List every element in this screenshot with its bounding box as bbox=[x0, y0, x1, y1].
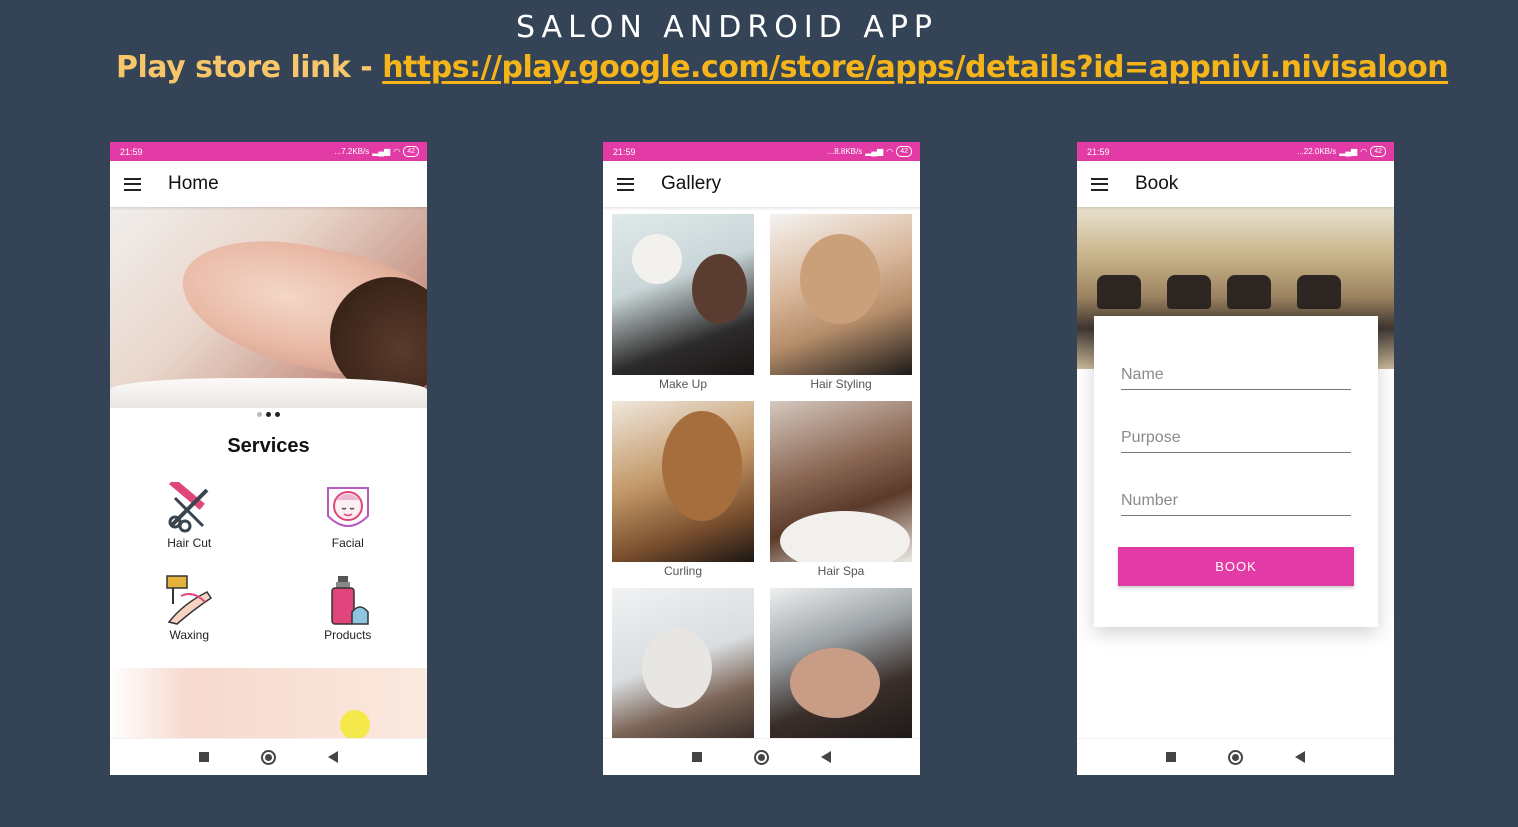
promo-banner-image[interactable] bbox=[110, 668, 427, 740]
recents-icon[interactable] bbox=[199, 752, 209, 762]
signal-icon: ▂▄▆ bbox=[1339, 147, 1358, 156]
gallery-image[interactable] bbox=[612, 401, 754, 562]
hero-carousel-image[interactable] bbox=[110, 207, 427, 408]
gallery-image[interactable] bbox=[770, 588, 912, 749]
carousel-dot[interactable] bbox=[275, 412, 280, 417]
purpose-input[interactable] bbox=[1121, 429, 1351, 447]
scissors-comb-icon bbox=[168, 482, 209, 533]
home-icon[interactable] bbox=[754, 749, 769, 765]
name-field bbox=[1121, 366, 1351, 390]
facial-mask-icon bbox=[326, 487, 369, 527]
status-bar: 21:59 ...8.8KB/s ▂▄▆ ◠ 42 bbox=[603, 142, 920, 161]
home-icon[interactable] bbox=[261, 749, 276, 765]
back-icon[interactable] bbox=[328, 751, 338, 763]
recents-icon[interactable] bbox=[1166, 752, 1176, 762]
home-screen: 21:59 ...7.2KB/s ▂▄▆ ◠ 42 Home Services … bbox=[110, 142, 427, 775]
wifi-icon: ◠ bbox=[393, 147, 401, 156]
recents-icon[interactable] bbox=[692, 752, 702, 762]
gallery-item-hair-styling[interactable]: Hair Styling bbox=[770, 214, 912, 401]
network-speed: ...7.2KB/s bbox=[334, 147, 370, 156]
back-icon[interactable] bbox=[1295, 751, 1305, 763]
home-icon[interactable] bbox=[1228, 749, 1243, 765]
play-store-label: Play store link - bbox=[116, 50, 383, 85]
network-speed: ...8.8KB/s bbox=[827, 147, 863, 156]
gallery-image[interactable] bbox=[770, 214, 912, 375]
gallery-grid: Make Up Hair Styling Curling Hair Spa bbox=[603, 207, 920, 749]
page-title: Gallery bbox=[661, 173, 722, 194]
waxing-icon bbox=[166, 575, 213, 625]
signal-icon: ▂▄▆ bbox=[865, 147, 884, 156]
battery-icon: 42 bbox=[1370, 146, 1386, 157]
app-bar: Gallery bbox=[603, 161, 920, 207]
gallery-image[interactable] bbox=[770, 401, 912, 562]
app-bar: Home bbox=[110, 161, 427, 207]
battery-icon: 42 bbox=[896, 146, 912, 157]
menu-icon[interactable] bbox=[1091, 177, 1108, 191]
network-speed: ...22.0KB/s bbox=[1297, 147, 1337, 156]
gallery-image[interactable] bbox=[612, 588, 754, 749]
wifi-icon: ◠ bbox=[886, 147, 894, 156]
wifi-icon: ◠ bbox=[1360, 147, 1368, 156]
service-facial[interactable]: Facial bbox=[269, 482, 428, 550]
gallery-image[interactable] bbox=[612, 214, 754, 375]
gallery-label: Curling bbox=[663, 564, 702, 578]
page-title: Book bbox=[1135, 173, 1179, 194]
system-nav-bar bbox=[603, 738, 920, 775]
carousel-indicator bbox=[110, 412, 427, 420]
play-store-link[interactable]: https://play.google.com/store/apps/detai… bbox=[382, 50, 1448, 85]
carousel-dot[interactable] bbox=[266, 412, 271, 417]
play-store-line: Play store link - https://play.google.co… bbox=[116, 50, 1449, 85]
purpose-field bbox=[1121, 429, 1351, 453]
gallery-label: Make Up bbox=[658, 377, 708, 391]
app-bar: Book bbox=[1077, 161, 1394, 207]
status-bar: 21:59 ...22.0KB/s ▂▄▆ ◠ 42 bbox=[1077, 142, 1394, 161]
number-field bbox=[1121, 492, 1351, 516]
name-input[interactable] bbox=[1121, 366, 1351, 384]
system-nav-bar bbox=[110, 738, 427, 775]
slide-title: SALON ANDROID APP bbox=[515, 10, 939, 45]
back-icon[interactable] bbox=[821, 751, 831, 763]
status-time: 21:59 bbox=[1087, 146, 1110, 157]
service-label: Waxing bbox=[169, 628, 210, 642]
booking-form-card: BOOK bbox=[1094, 316, 1378, 627]
service-label: Facial bbox=[331, 536, 364, 550]
gallery-item-make-up[interactable]: Make Up bbox=[612, 214, 754, 401]
gallery-item-curling[interactable]: Curling bbox=[612, 401, 754, 588]
gallery-label: Hair Styling bbox=[810, 377, 872, 391]
status-time: 21:59 bbox=[120, 146, 143, 157]
services-heading: Services bbox=[227, 435, 310, 457]
status-bar: 21:59 ...7.2KB/s ▂▄▆ ◠ 42 bbox=[110, 142, 427, 161]
service-waxing[interactable]: Waxing bbox=[110, 574, 269, 642]
service-label: Products bbox=[324, 628, 372, 642]
service-hair-cut[interactable]: Hair Cut bbox=[110, 482, 269, 550]
book-button[interactable]: BOOK bbox=[1118, 547, 1354, 586]
spray-bottle-icon bbox=[331, 576, 369, 625]
status-time: 21:59 bbox=[613, 146, 636, 157]
gallery-item-beard-trim[interactable] bbox=[770, 588, 912, 749]
carousel-dot[interactable] bbox=[257, 412, 262, 417]
signal-icon: ▂▄▆ bbox=[372, 147, 391, 156]
number-input[interactable] bbox=[1121, 492, 1351, 510]
gallery-item-facial-mask[interactable] bbox=[612, 588, 754, 749]
services-grid: Hair Cut Facial Waxing Products bbox=[110, 482, 427, 642]
battery-icon: 42 bbox=[403, 146, 419, 157]
gallery-item-hair-spa[interactable]: Hair Spa bbox=[770, 401, 912, 588]
page-title: Home bbox=[168, 173, 219, 194]
menu-icon[interactable] bbox=[124, 177, 141, 191]
system-nav-bar bbox=[1077, 738, 1394, 775]
book-screen: 21:59 ...22.0KB/s ▂▄▆ ◠ 42 Book BOOK bbox=[1077, 142, 1394, 775]
gallery-screen: 21:59 ...8.8KB/s ▂▄▆ ◠ 42 Gallery Make U… bbox=[603, 142, 920, 775]
menu-icon[interactable] bbox=[617, 177, 634, 191]
service-label: Hair Cut bbox=[167, 536, 212, 550]
gallery-label: Hair Spa bbox=[817, 564, 865, 578]
service-products[interactable]: Products bbox=[269, 574, 428, 642]
